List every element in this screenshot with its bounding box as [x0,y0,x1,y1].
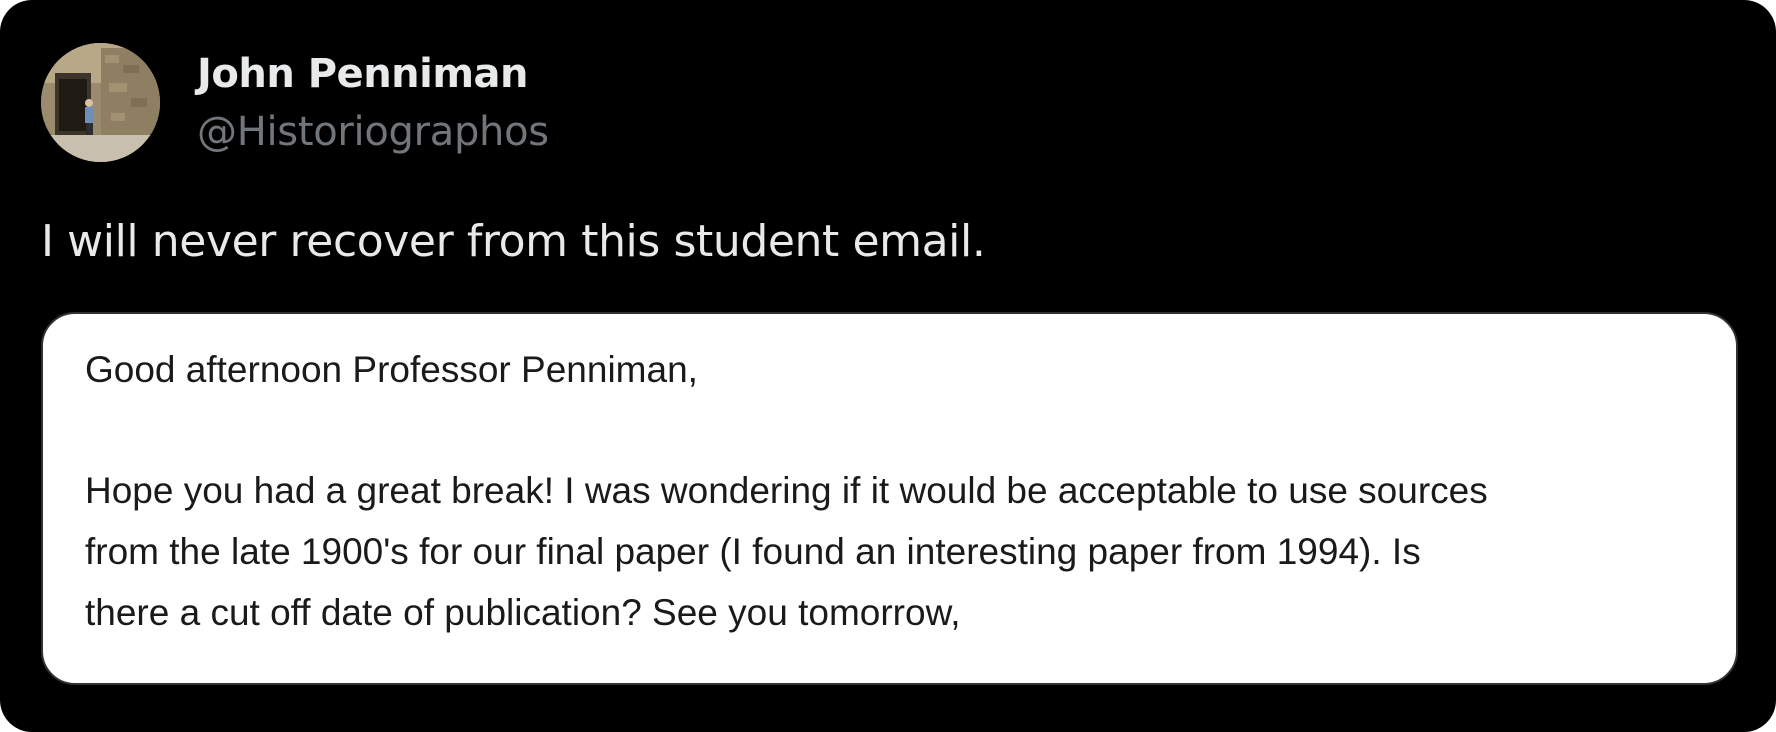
tweet-card: John Penniman @Historiographos I will ne… [0,0,1776,732]
avatar[interactable] [41,43,160,162]
email-greeting: Good afternoon Professor Penniman, [85,349,698,390]
author-display-name[interactable]: John Penniman [197,44,529,104]
email-body: Hope you had a great break! I was wonder… [85,460,1705,643]
author-handle[interactable]: @Historiographos [197,104,549,160]
email-body-line: Hope you had a great break! I was wonder… [85,470,1488,511]
email-body-line: from the late 1900's for our final paper… [85,531,1421,572]
profile-photo-avatar-icon [41,43,160,162]
attached-image[interactable]: Good afternoon Professor Penniman, Hope … [41,312,1738,685]
tweet-text: I will never recover from this student e… [41,216,986,267]
email-body-line: there a cut off date of publication? See… [85,592,961,633]
